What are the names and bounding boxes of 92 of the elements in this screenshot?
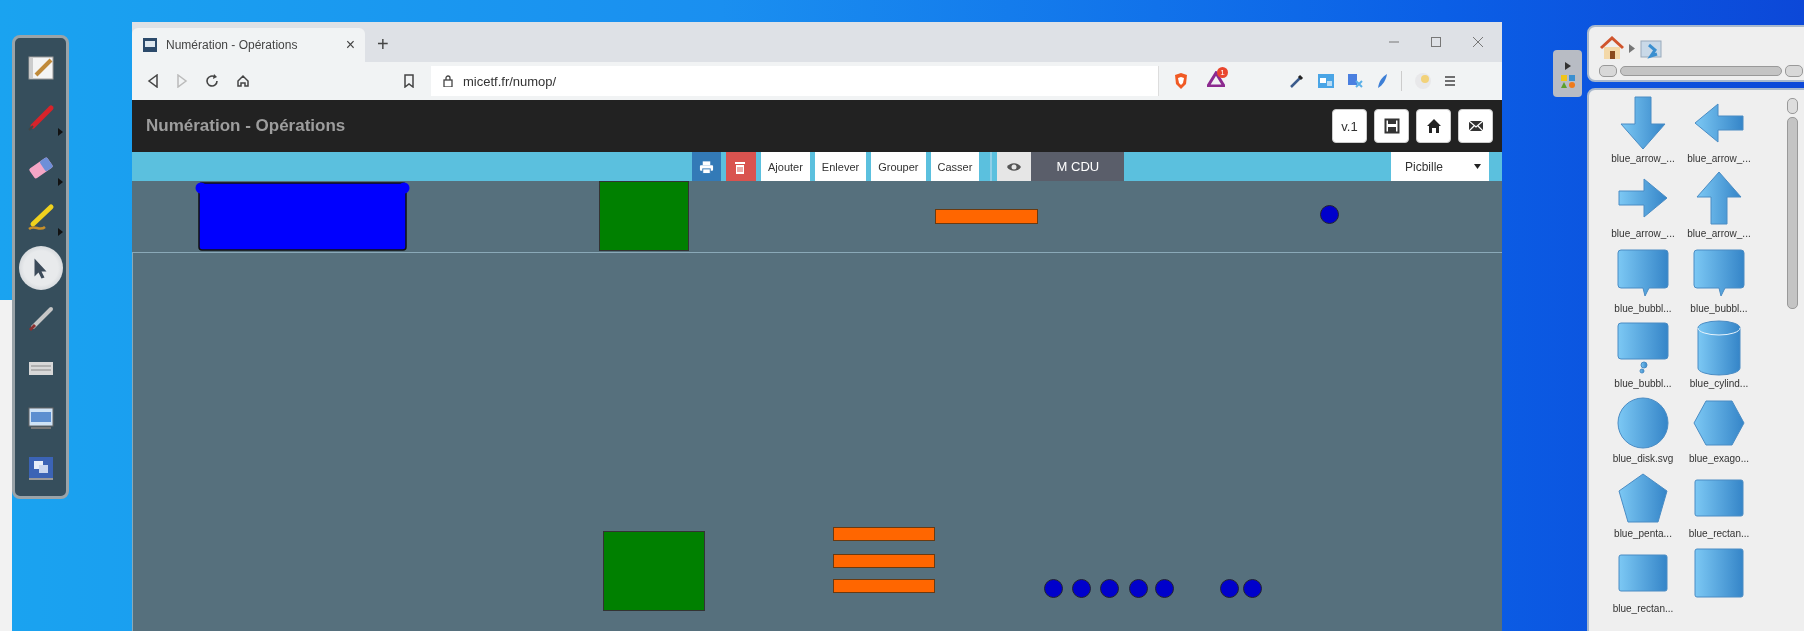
speech-bubble-icon[interactable] (1693, 249, 1745, 297)
bar-piece[interactable] (935, 209, 1038, 224)
dot-piece[interactable] (1320, 205, 1339, 224)
mail-button[interactable] (1458, 109, 1493, 143)
file-name[interactable]: blue_exago... (1688, 453, 1750, 464)
lock-icon (443, 75, 453, 87)
up-arrow-icon[interactable] (1694, 171, 1744, 225)
cylinder-icon[interactable] (1697, 320, 1741, 376)
tab-close-button[interactable]: × (345, 36, 355, 54)
left-arrow-icon[interactable] (1694, 103, 1744, 143)
speech-bubble-icon[interactable] (1617, 249, 1669, 297)
file-name[interactable]: blue_arrow_... (1687, 153, 1751, 164)
dot-piece[interactable] (1129, 579, 1148, 598)
menu-icon[interactable] (1444, 75, 1456, 87)
bookmark-icon[interactable] (403, 74, 415, 88)
close-icon[interactable] (1472, 36, 1484, 48)
home-icon (1425, 118, 1442, 134)
translate-icon[interactable] (1347, 73, 1363, 89)
square-icon[interactable] (1694, 548, 1744, 598)
favicon-icon (143, 38, 157, 52)
dot-piece[interactable] (1243, 579, 1262, 598)
file-name[interactable]: blue_arrow_... (1611, 228, 1675, 239)
right-arrow-icon[interactable] (1618, 178, 1668, 218)
reload-icon[interactable] (205, 74, 219, 88)
file-name[interactable]: blue_bubbl... (1614, 378, 1672, 389)
horizontal-scrollbar[interactable] (1599, 65, 1804, 77)
delete-button[interactable] (726, 152, 756, 181)
type-select[interactable]: Picbille (1391, 152, 1489, 181)
house-icon[interactable] (1599, 36, 1625, 60)
vertical-scrollbar[interactable] (1787, 98, 1798, 309)
back-icon[interactable] (147, 74, 159, 88)
address-field[interactable]: micetf.fr/numop/ (431, 66, 1159, 96)
rectangle-icon[interactable] (1694, 479, 1744, 517)
feather-icon[interactable] (1375, 73, 1389, 89)
notification-badge: 1 (1217, 67, 1228, 78)
browser-tab[interactable]: Numération - Opérations × (132, 28, 365, 62)
bar-piece[interactable] (833, 579, 935, 593)
bar-piece[interactable] (833, 527, 935, 541)
square-piece[interactable] (603, 531, 705, 611)
square-piece[interactable] (599, 181, 689, 251)
maximize-icon[interactable] (1430, 36, 1442, 48)
window-icon[interactable] (1317, 73, 1335, 89)
new-tab-button[interactable]: + (377, 33, 389, 56)
hexagon-icon[interactable] (1693, 400, 1745, 446)
cursor-icon (34, 257, 47, 279)
file-name[interactable]: blue_disk.svg (1612, 453, 1674, 464)
caret-icon (1474, 164, 1481, 169)
block-piece[interactable] (195, 181, 410, 251)
file-name[interactable]: blue_bubbl... (1614, 303, 1672, 314)
circle-icon[interactable] (1617, 397, 1669, 449)
dot-piece[interactable] (1044, 579, 1063, 598)
print-button[interactable] (692, 152, 721, 181)
submenu-caret-icon (57, 178, 63, 186)
file-name[interactable]: blue_bubbl... (1690, 303, 1748, 314)
eyedropper-icon[interactable] (1289, 73, 1305, 89)
visibility-button[interactable] (997, 152, 1032, 181)
file-name[interactable]: blue_penta... (1614, 528, 1672, 539)
dot-piece[interactable] (1220, 579, 1239, 598)
action-button[interactable]: Ajouter (761, 152, 810, 181)
triangle-icon (1207, 71, 1225, 87)
mail-icon (1467, 118, 1484, 134)
home-icon[interactable] (236, 74, 250, 88)
action-button[interactable]: Casser (930, 152, 980, 181)
file-name[interactable]: blue_rectan... (1612, 603, 1674, 614)
file-name[interactable]: blue_arrow_... (1687, 228, 1751, 239)
mode-button[interactable]: M CDU (1031, 152, 1125, 181)
printer-icon (699, 159, 714, 174)
tab-title: Numération - Opérations (166, 38, 299, 52)
submenu-caret-icon (57, 128, 63, 136)
breadcrumb-arrow-icon (1629, 43, 1635, 53)
submenu-caret-icon (57, 228, 63, 236)
save-button[interactable] (1374, 109, 1409, 143)
dot-piece[interactable] (1155, 579, 1174, 598)
file-name[interactable]: blue_cylind... (1689, 378, 1749, 389)
file-name[interactable]: blue_arrow_... (1611, 153, 1675, 164)
panel-toggle-button[interactable] (1553, 50, 1582, 97)
shield-icon[interactable] (1173, 72, 1189, 90)
save-icon (1383, 118, 1400, 134)
pentagon-icon[interactable] (1618, 473, 1668, 523)
bar-piece[interactable] (833, 554, 935, 568)
version-button[interactable]: v.1 (1332, 109, 1367, 143)
action-button[interactable]: Enlever (814, 152, 867, 181)
file-name[interactable]: blue_rectan... (1688, 528, 1750, 539)
down-arrow-icon[interactable] (1618, 96, 1668, 150)
thought-bubble-icon[interactable] (1617, 322, 1669, 374)
dot-piece[interactable] (1100, 579, 1119, 598)
rectangle-icon[interactable] (1618, 554, 1668, 592)
dot-piece[interactable] (1072, 579, 1091, 598)
tool-button[interactable] (18, 246, 63, 290)
home-button[interactable] (1416, 109, 1451, 143)
app-title: Numération - Opérations (146, 116, 346, 136)
action-button[interactable]: Grouper (871, 152, 926, 181)
